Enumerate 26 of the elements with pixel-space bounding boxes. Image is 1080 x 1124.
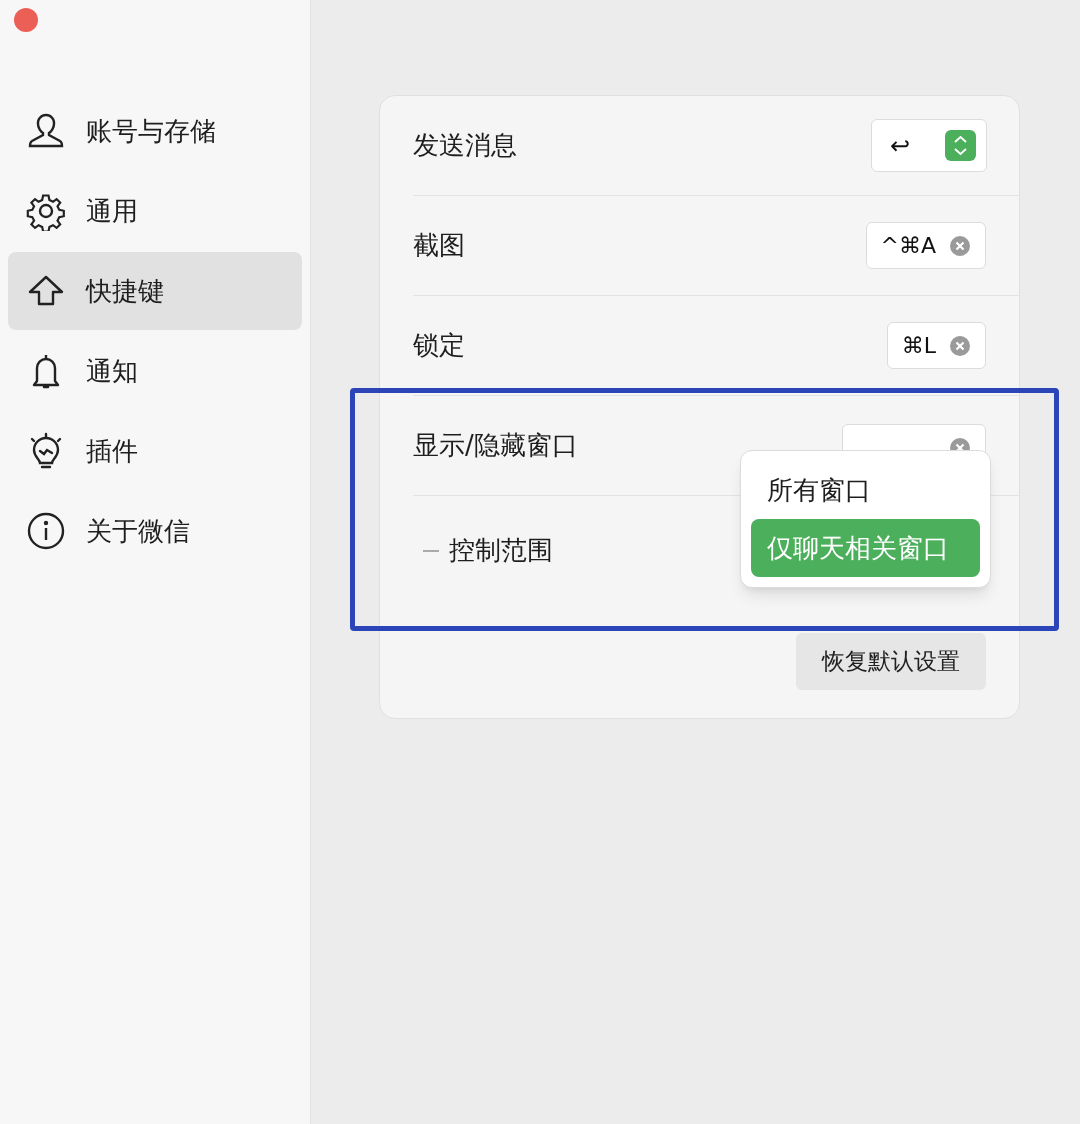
- reset-defaults-button[interactable]: 恢复默认设置: [796, 633, 986, 690]
- setting-label: 锁定: [413, 329, 465, 362]
- setting-label: 显示/隐藏窗口: [413, 429, 578, 462]
- key-select[interactable]: ↩: [871, 119, 987, 172]
- shortcut-keys: ^⌘A: [880, 229, 936, 262]
- shortcut-field[interactable]: ^⌘A: [865, 222, 986, 269]
- settings-icon: [26, 191, 66, 231]
- clear-icon[interactable]: [950, 335, 970, 356]
- close-button[interactable]: [14, 8, 38, 32]
- info-icon: [26, 511, 66, 551]
- key-value: ↩: [890, 130, 911, 162]
- dash-icon: [423, 549, 439, 552]
- clear-icon[interactable]: [950, 235, 970, 256]
- sidebar-item[interactable]: 插件: [8, 412, 302, 490]
- sidebar-item[interactable]: 关于微信: [8, 492, 302, 570]
- sidebar-item[interactable]: 快捷键: [8, 252, 302, 330]
- setting-label: 控制范围: [449, 534, 553, 567]
- setting-label: 截图: [413, 229, 465, 262]
- shortcut-keys: ⌘L: [901, 329, 936, 362]
- sidebar-item[interactable]: 通知: [8, 332, 302, 410]
- sidebar-item[interactable]: 通用: [8, 172, 302, 250]
- sidebar-item[interactable]: 账号与存储: [8, 92, 302, 170]
- menu-item[interactable]: 所有窗口: [751, 461, 980, 519]
- setting-label: 发送消息: [413, 129, 517, 162]
- stepper-icon[interactable]: [945, 130, 976, 161]
- shortcut-field[interactable]: ⌘L: [886, 322, 986, 369]
